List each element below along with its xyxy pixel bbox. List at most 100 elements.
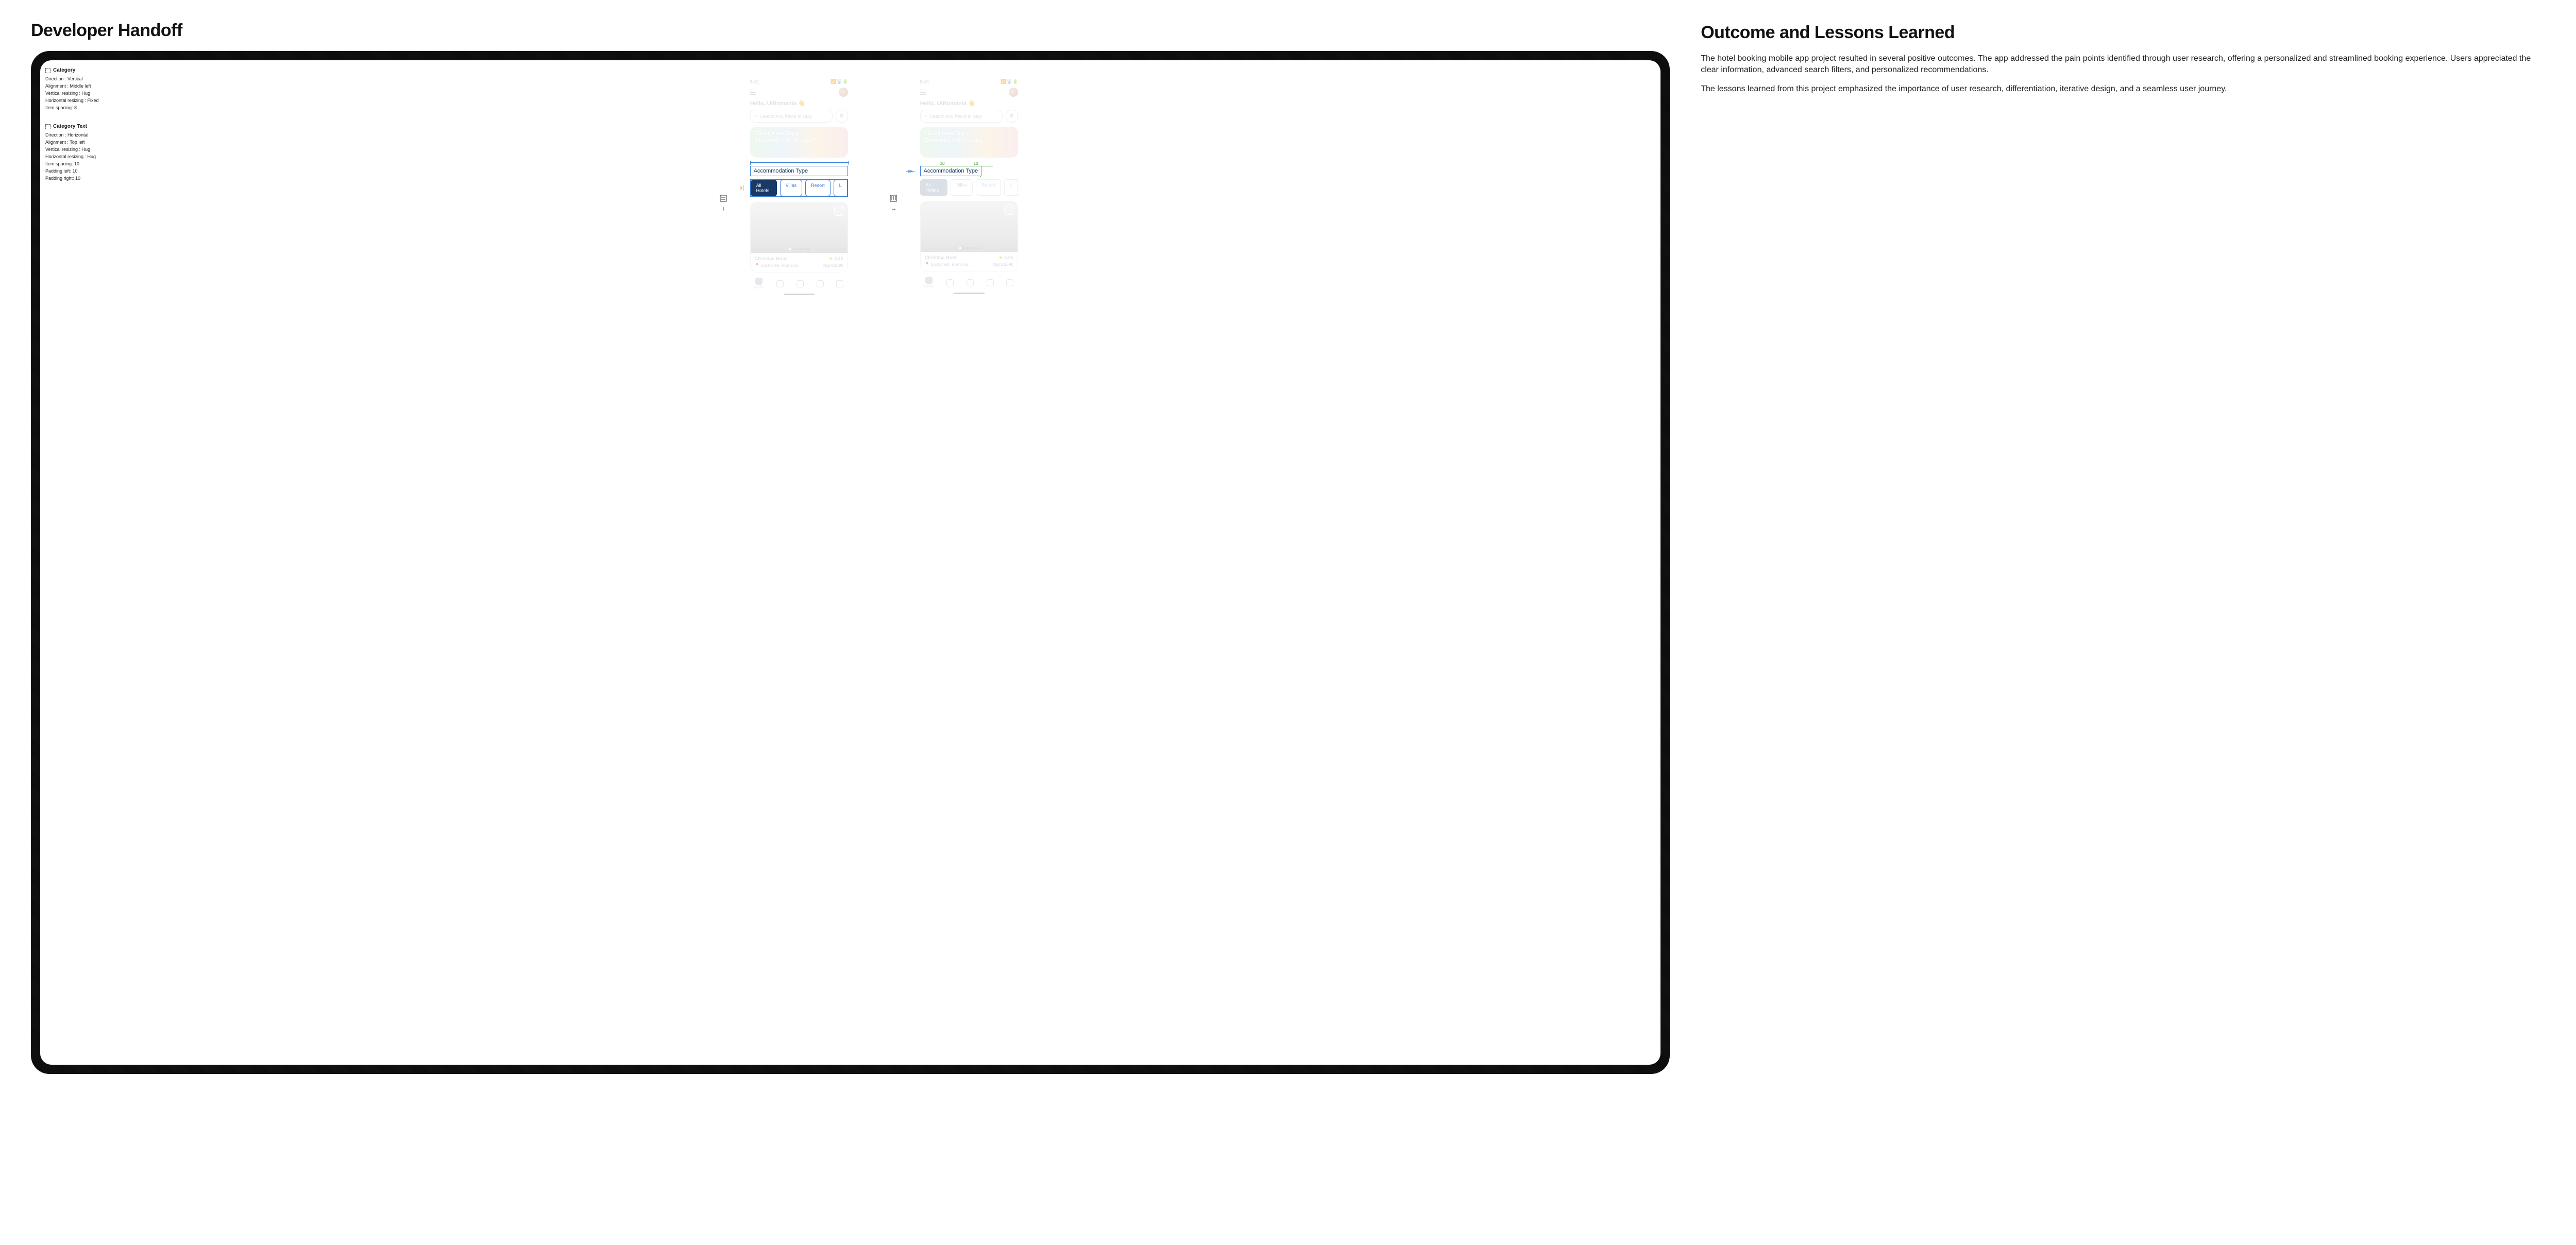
accommodation-header: 10 10 Accommodation Type xyxy=(920,166,982,176)
search-input[interactable]: ⌕ Search Any Place to Stay xyxy=(920,110,1003,123)
hotel-location: Bucharest, Romania xyxy=(931,262,968,267)
layout-marker-icon: → xyxy=(889,194,899,212)
category-region[interactable]: Accommodation Type 8 All Hotels xyxy=(745,161,853,197)
page-title-left: Developer Handoff xyxy=(31,21,1670,41)
promo-line1: "Book Now, Enjoy xyxy=(755,131,843,138)
inspector-row: Horizontal resizing : Hug xyxy=(45,154,117,159)
page-title-right: Outcome and Lessons Learned xyxy=(1701,23,2545,43)
tablet-screen: Category Direction : Vertical Alignment … xyxy=(40,60,1660,1065)
phone-right: → 9:41 📶 📡 🔋 xyxy=(915,76,1023,297)
hotel-card[interactable]: Christina Hotel ★ 4.2k 📍 Bucharest, Roma… xyxy=(750,202,848,272)
accommodation-header-text: Accommodation Type xyxy=(754,168,808,174)
spacing-annotation: 8 xyxy=(740,185,743,191)
chip-villas[interactable]: Villas xyxy=(951,179,973,196)
menu-icon[interactable] xyxy=(750,90,756,95)
chip-resort[interactable]: Resort xyxy=(976,179,1001,196)
phone-left: ↓ 9:41 📶 📡 🔋 xyxy=(745,76,853,298)
filter-button[interactable]: ⚙ xyxy=(1006,110,1018,123)
pin-icon: 📍 xyxy=(925,262,930,267)
chip-resort[interactable]: Resort xyxy=(805,180,831,196)
frame-icon xyxy=(45,68,50,73)
calendar-icon xyxy=(796,280,804,287)
chip-row[interactable]: All Hotels Villas Resort L xyxy=(750,179,848,197)
hotel-rating: 4.2k xyxy=(834,256,843,261)
hotel-price: 209€ xyxy=(834,263,843,268)
inbox-icon xyxy=(987,279,994,286)
inbox-icon xyxy=(817,280,824,287)
home-icon xyxy=(755,278,762,285)
chip-truncated[interactable]: L xyxy=(1004,179,1018,196)
tab-profile[interactable] xyxy=(836,280,843,287)
promo-line2: Discounts with our app!" xyxy=(755,138,843,144)
inspector-category-text: Category Text Direction : Horizontal Ali… xyxy=(45,124,117,181)
chip-villas[interactable]: Villas xyxy=(780,180,802,196)
time-label: 9:41 xyxy=(920,79,929,84)
category-text-region[interactable]: ⇥⇤ 10 10 Accommodation Type xyxy=(915,166,1023,176)
calendar-icon xyxy=(967,279,974,286)
tab-calendar[interactable] xyxy=(967,279,974,286)
tab-profile[interactable] xyxy=(1006,279,1013,286)
outcome-paragraph: The hotel booking mobile app project res… xyxy=(1701,53,2545,76)
hotel-rating: 4.2k xyxy=(1004,255,1013,260)
avatar[interactable] xyxy=(1009,88,1018,97)
map-icon[interactable] xyxy=(1004,204,1014,215)
home-indicator xyxy=(784,294,815,295)
phones-zone: ↓ 9:41 📶 📡 🔋 xyxy=(123,60,1660,1065)
tab-bar: Home xyxy=(915,271,1023,289)
spacing-value: 8 xyxy=(740,186,742,191)
chip-truncated[interactable]: L xyxy=(834,180,848,196)
price-word: Night xyxy=(823,263,833,268)
tab-home[interactable]: Home xyxy=(754,278,764,289)
map-icon[interactable] xyxy=(834,206,844,216)
tab-inbox[interactable] xyxy=(817,280,824,287)
menu-icon[interactable] xyxy=(920,90,926,95)
inspector-row: Item spacing: 8 xyxy=(45,105,117,110)
chip-row[interactable]: All Hotels Villas Resort L xyxy=(920,179,1018,196)
search-placeholder: Search Any Place to Stay xyxy=(930,114,982,119)
inspector-row: Alignment : Middle left xyxy=(45,83,117,89)
avatar[interactable] xyxy=(839,88,848,97)
hotel-price: 209€ xyxy=(1004,262,1013,267)
price-word: Night xyxy=(993,262,1003,267)
promo-card[interactable]: "Book Now, Enjoy Discounts with our app!… xyxy=(750,127,848,158)
hotel-location: Bucharest, Romania xyxy=(761,263,798,268)
padding-left-value: 10 xyxy=(940,161,945,166)
inspector-row: Horizontal resizing : Fixed xyxy=(45,98,117,103)
tab-favorites[interactable] xyxy=(946,279,954,286)
frame-icon xyxy=(45,124,50,129)
hotel-card[interactable]: Christina Hotel ★ 4.2k 📍 Bucharest, Roma… xyxy=(920,201,1018,271)
status-bar: 9:41 📶 📡 🔋 xyxy=(745,76,853,86)
star-icon: ★ xyxy=(828,256,833,261)
inspector-row: Item spacing: 10 xyxy=(45,161,117,166)
tab-calendar[interactable] xyxy=(796,280,804,287)
chip-all-hotels[interactable]: All Hotels xyxy=(920,179,947,196)
inspector-category-text-title: Category Text xyxy=(53,124,87,129)
inspector-row: Vertical resizing : Hug xyxy=(45,91,117,96)
tab-inbox[interactable] xyxy=(987,279,994,286)
tab-home-label: Home xyxy=(924,285,934,288)
user-icon xyxy=(836,280,843,287)
chip-all-hotels[interactable]: All Hotels xyxy=(751,180,777,196)
heart-icon xyxy=(946,279,954,286)
design-inspector: Category Direction : Vertical Alignment … xyxy=(40,60,123,1065)
sliders-icon: ⚙ xyxy=(840,113,844,119)
home-indicator xyxy=(954,293,985,294)
accommodation-header-text: Accommodation Type xyxy=(924,168,978,174)
star-icon: ★ xyxy=(998,255,1003,260)
promo-line1: "Book Now, Enjoy xyxy=(925,131,1013,138)
hotel-name: Christina Hotel xyxy=(925,255,958,261)
tab-favorites[interactable] xyxy=(776,280,784,287)
inspector-row: Padding right: 10 xyxy=(45,176,117,181)
status-indicators: 📶 📡 🔋 xyxy=(1001,79,1018,84)
promo-card[interactable]: "Book Now, Enjoy Discounts with our app!… xyxy=(920,127,1018,158)
inspector-row: Alignment : Top left xyxy=(45,140,117,145)
search-input[interactable]: ⌕ Search Any Place to Stay xyxy=(750,110,833,123)
filter-button[interactable]: ⚙ xyxy=(836,110,848,123)
inspector-row: Padding left: 10 xyxy=(45,168,117,174)
accommodation-header: Accommodation Type xyxy=(750,166,848,176)
inspector-row: Vertical resizing : Hug xyxy=(45,147,117,152)
tab-home-label: Home xyxy=(754,286,764,289)
padding-right-value: 10 xyxy=(973,161,979,166)
search-icon: ⌕ xyxy=(755,113,757,119)
tab-home[interactable]: Home xyxy=(924,277,934,288)
